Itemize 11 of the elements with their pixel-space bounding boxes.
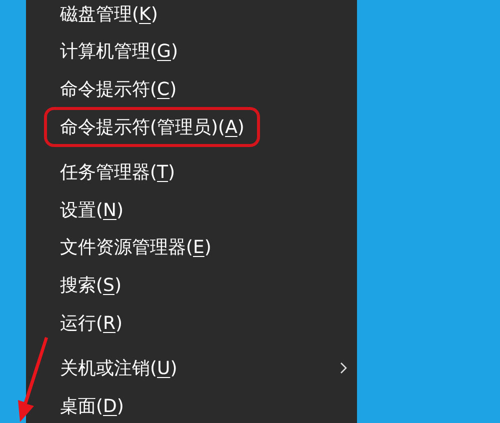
menu-item[interactable]: 桌面(D): [44, 386, 140, 423]
menu-item[interactable]: 文件资源管理器(E): [44, 227, 228, 268]
menu-item[interactable]: 关机或注销(U): [44, 348, 194, 388]
menu-item[interactable]: 任务管理器(T): [44, 152, 192, 192]
menu-item[interactable]: 搜索(S): [44, 264, 138, 305]
menu-item[interactable]: 计算机管理(G): [44, 31, 194, 72]
menu-item[interactable]: 设置(N): [44, 190, 140, 230]
menu-item[interactable]: 命令提示符(管理员)(A): [44, 106, 260, 147]
menu-item[interactable]: 磁盘管理(K): [44, 0, 174, 34]
menu-item[interactable]: 运行(R): [44, 302, 139, 343]
menu-item[interactable]: 命令提示符(C): [44, 68, 193, 109]
